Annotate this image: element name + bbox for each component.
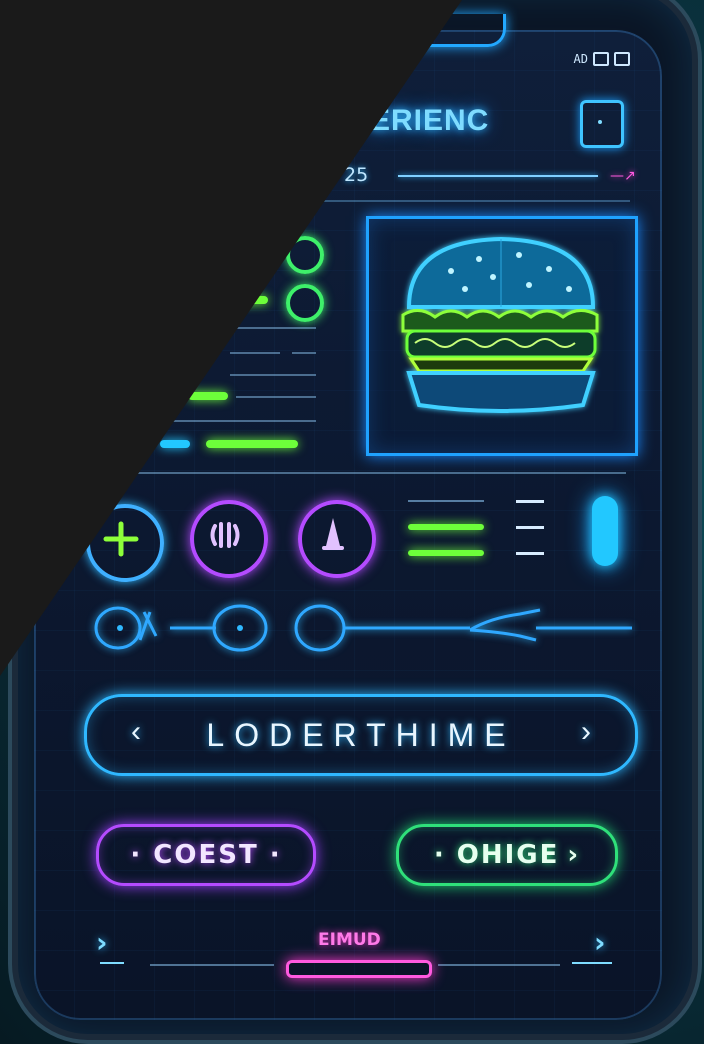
list-divider [230,374,316,376]
secondary-button-right[interactable]: · OHIGE › [396,824,618,886]
level-bar-2 [188,392,228,400]
plus-icon [103,521,139,557]
nav-divider [100,962,124,964]
toggle-switch[interactable] [592,496,618,566]
list-divider [292,352,316,354]
list-divider [236,396,316,398]
status-bar: AD [574,52,630,66]
date-marker-icon: —↗ [610,168,636,184]
status-text: AD [573,52,588,66]
phone-notch [350,14,506,47]
eq-line [516,526,544,529]
primary-action-button[interactable]: ‹ LODERTHIME › [84,694,638,776]
signal-icon [614,52,630,66]
secondary-button-left[interactable]: · COEST · [96,824,316,886]
eq-line [516,500,544,503]
list-divider [170,420,316,422]
list-divider [230,327,316,329]
battery-icon [593,52,609,66]
nav-divider [438,964,560,966]
level-bar-4 [206,440,298,448]
nav-back-icon[interactable]: › [96,926,108,959]
sound-icon[interactable] [190,500,268,578]
menu-button[interactable] [580,100,624,148]
section-divider [120,472,626,474]
add-icon[interactable] [86,504,164,582]
eq-line [516,552,544,555]
nav-divider [572,962,612,964]
list-divider [230,352,280,354]
nav-forward-icon[interactable]: › [594,926,606,959]
bars-icon [210,522,240,548]
chevron-right-icon: › [581,715,591,748]
chevron-right-icon: › [567,840,581,870]
level-bar-3 [160,440,190,448]
cone-icon[interactable] [298,500,376,578]
toggle-ring-1[interactable] [286,236,324,274]
bell-icon [322,518,344,550]
primary-action-label: LODERTHIME [206,716,516,753]
date-divider [398,175,598,177]
eq-line [408,500,484,502]
secondary-left-label: · COEST · [130,840,282,870]
eq-bar-1 [408,524,484,530]
level-bar-1 [236,296,268,304]
secondary-right-label: · OHIGE [433,840,560,870]
header-divider [150,200,630,202]
date-label: 25 [344,164,369,186]
eq-bar-2 [408,550,484,556]
burger-icon [401,236,599,413]
page-title: ERIENC [370,104,490,137]
progress-nodes [94,604,632,652]
food-image-card[interactable] [366,216,638,456]
toggle-ring-2[interactable] [286,284,324,322]
chevron-left-icon: ‹ [131,715,141,748]
nav-divider [150,964,274,966]
home-indicator[interactable] [286,960,432,978]
home-label: EIMUD [318,930,381,950]
